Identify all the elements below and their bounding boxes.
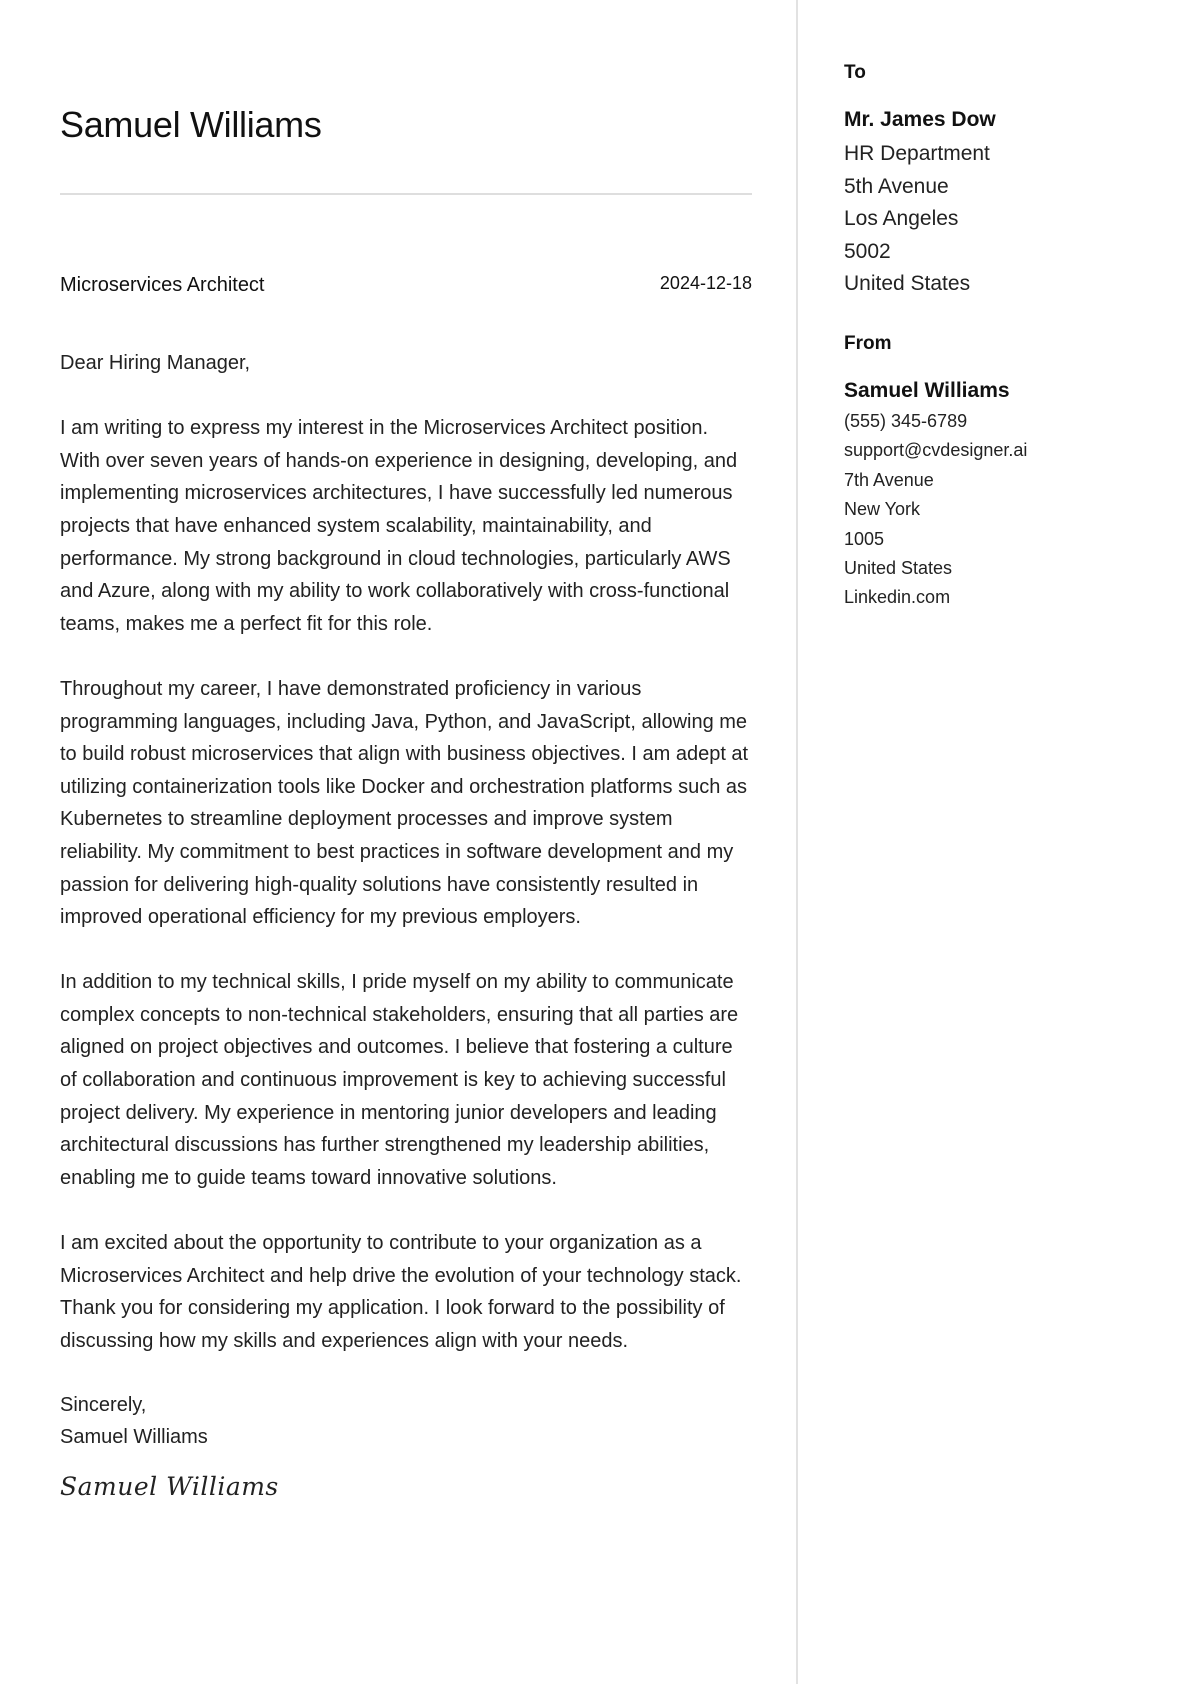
recipient-city: Los Angeles [844, 207, 959, 230]
sender-street: 7th Avenue [844, 469, 934, 490]
sender-postal-code: 1005 [844, 528, 885, 549]
from-label: From [844, 333, 892, 354]
job-title: Microservices Architect [60, 274, 265, 296]
body-paragraph: I am writing to express my interest in t… [60, 417, 738, 635]
sender-country: United States [844, 558, 953, 579]
recipient-name: Mr. James Dow [844, 108, 996, 131]
sender-block: Samuel Williams (555) 345-6789 support@c… [844, 377, 1027, 613]
sender-email: support@cvdesigner.ai [844, 440, 1028, 461]
closing-phrase: Sincerely, [60, 1394, 147, 1416]
applicant-name: Samuel Williams [60, 104, 322, 145]
recipient-street: 5th Avenue [844, 174, 949, 198]
to-label: To [844, 62, 866, 83]
letter-date: 2024-12-18 [659, 273, 752, 293]
letter-body: Dear Hiring Manager, I am writing to exp… [60, 347, 752, 1504]
body-paragraph: In addition to my technical skills, I pr… [60, 971, 739, 1189]
sender-phone: (555) 345-6789 [844, 411, 968, 431]
closing-block: Sincerely, Samuel Williams [60, 1390, 752, 1453]
salutation: Dear Hiring Manager, [60, 352, 251, 374]
body-paragraph: I am excited about the opportunity to co… [60, 1232, 742, 1352]
header-divider [60, 193, 752, 195]
body-paragraph: Throughout my career, I have demonstrate… [60, 677, 749, 929]
recipient-postal-code: 5002 [844, 239, 891, 263]
recipient-department: HR Department [844, 142, 990, 165]
recipient-block: Mr. James Dow HR Department 5th Avenue L… [844, 106, 996, 301]
recipient-country: United States [844, 272, 971, 295]
signature: Samuel Williams [60, 1472, 279, 1501]
column-divider [796, 0, 798, 1684]
sender-city: New York [844, 499, 921, 520]
sender-website: Linkedin.com [844, 587, 951, 608]
closing-name: Samuel Williams [60, 1425, 208, 1448]
sender-name: Samuel Williams [844, 379, 1010, 402]
